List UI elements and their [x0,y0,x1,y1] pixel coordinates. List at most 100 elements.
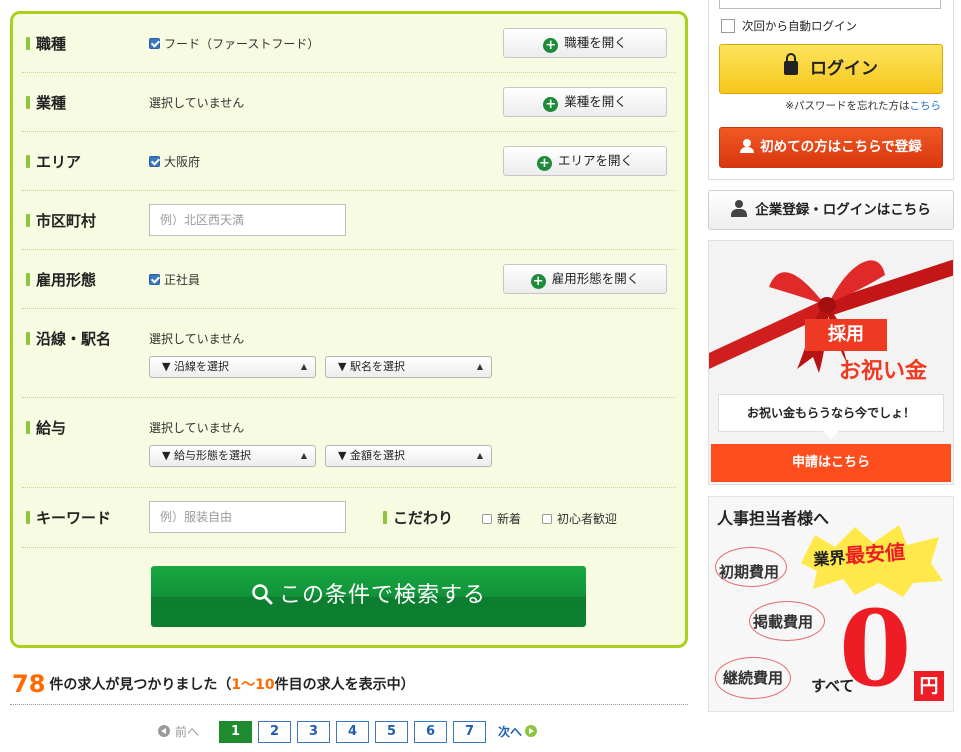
register-button[interactable]: 初めての方はこちらで登録 [719,127,943,168]
register-button-label: 初めての方はこちらで登録 [760,139,922,155]
fee-initial: 初期費用 [719,563,780,581]
salary-amount-select[interactable]: ▼ 金額を選択 ▲ [325,445,492,467]
page-5[interactable]: 5 [375,721,408,743]
login-button[interactable]: ログイン [719,44,943,94]
keyword-input[interactable]: 例）服装自由 [149,501,346,533]
apply-button[interactable]: 申請はこちら [711,444,951,482]
row-industry: 業種 選択していません + 業種を開く [22,73,676,132]
pager-next[interactable]: 次へ [498,723,538,740]
page-1[interactable]: 1 [219,721,252,743]
pager-next-label: 次へ [498,725,523,739]
line-station-label: 沿線・駅名 [26,328,111,349]
divider [10,704,688,705]
salary-type-select-label: ▼ 給与形態を選択 [162,449,251,462]
preference-option-new[interactable]: 新着 [482,510,521,527]
password-input[interactable] [719,0,941,9]
all-label: すべて [811,677,855,695]
row-employment: 雇用形態 正社員 + 雇用形態を開く [22,250,676,309]
plus-circle-icon: + [543,97,559,112]
industry-selected-text: 選択していません [149,96,245,110]
plus-circle-icon: + [530,274,546,289]
row-keyword: キーワード 例）服装自由 こだわり 新着 初心者歓迎 [22,488,676,548]
open-area-label: エリアを開く [557,153,633,168]
line-station-selected-text: 選択していません [149,332,245,346]
open-industry-button[interactable]: + 業種を開く [503,87,667,117]
employment-selected: 正社員 [149,271,200,288]
preference-beginner-label: 初心者歓迎 [557,512,618,526]
open-area-button[interactable]: + エリアを開く [503,146,667,176]
forgot-password: ※パスワードを忘れた方はこちら [785,98,941,113]
line-select-label: ▼ 沿線を選択 [162,360,229,373]
page-7[interactable]: 7 [453,721,486,743]
plus-circle-icon: + [543,38,559,53]
gift-money-banner[interactable]: 採用 お祝い金 お祝い金もらうなら今でしょ！ 申請はこちら [708,240,954,485]
auto-login-checkbox[interactable] [721,19,735,33]
open-employment-button[interactable]: + 雇用形態を開く [503,264,667,294]
city-input[interactable]: 例）北区西天満 [149,204,346,236]
open-occupation-button[interactable]: + 職種を開く [503,28,667,58]
area-selected: 大阪府 [149,153,200,170]
fee-listing: 掲載費用 [753,613,814,631]
occupation-checkbox[interactable] [149,38,160,49]
auto-login-option[interactable]: 次回から自動ログイン [721,18,857,34]
pager-prev[interactable]: 前へ [158,723,199,740]
result-count: 78 [12,670,46,698]
login-button-label: ログイン [810,59,878,79]
forgot-text: ※パスワードを忘れた方は [785,100,910,112]
next-arrow-icon [525,725,538,737]
occupation-label: 職種 [26,33,66,54]
page-6[interactable]: 6 [414,721,447,743]
open-employment-label: 雇用形態を開く [551,271,640,286]
yen-badge: 円 [914,671,944,701]
search-icon [252,584,273,605]
preference-option-beginner[interactable]: 初心者歓迎 [542,510,617,527]
lock-icon [784,53,798,75]
occupation-selected-text: フード（ファーストフード） [164,37,320,51]
updown-arrow-icon: ▲ [300,451,307,460]
page-4[interactable]: 4 [336,721,369,743]
result-found-text: 件の求人が見つかりました [49,677,218,693]
person-icon [740,139,755,153]
result-showing-text: 件目の求人を表示中） [274,677,415,693]
result-range: 1〜10 [231,677,275,693]
station-select[interactable]: ▼ 駅名を選択 ▲ [325,356,492,378]
result-summary: 78 件の求人が見つかりました（1〜10件目の求人を表示中） [12,670,415,698]
plus-circle-icon: + [536,156,552,171]
fee-continuing: 継続費用 [723,669,784,687]
row-city: 市区町村 例）北区西天満 [22,191,676,250]
preference-label: こだわり [383,507,453,528]
hr-banner[interactable]: 人事担当者様へ 業界最安値 初期費用 掲載費用 継続費用 0 すべて 円 [708,496,954,712]
line-select[interactable]: ▼ 沿線を選択 ▲ [149,356,316,378]
login-box: 次回から自動ログイン ログイン ※パスワードを忘れた方はこちら 初めての方はこち… [708,0,954,180]
salary-type-select[interactable]: ▼ 給与形態を選択 ▲ [149,445,316,467]
occupation-selected: フード（ファーストフード） [149,35,319,52]
salary-amount-select-label: ▼ 金額を選択 [338,449,405,462]
prev-arrow-icon [158,725,170,737]
search-submit-button[interactable]: この条件で検索する [151,566,586,627]
area-checkbox[interactable] [149,156,160,167]
city-label: 市区町村 [26,210,96,231]
corporate-login-button[interactable]: 企業登録・ログインはこちら [708,190,954,230]
employment-checkbox[interactable] [149,274,160,285]
open-industry-label: 業種を開く [564,94,627,109]
row-salary: 給与 選択していません ▼ 給与形態を選択 ▲ ▼ 金額を選択 ▲ [22,398,676,488]
salary-selected-text: 選択していません [149,421,245,435]
auto-login-label: 次回から自動ログイン [742,19,857,33]
station-select-label: ▼ 駅名を選択 [338,360,405,373]
gift-money-title: お祝い金 [839,359,928,384]
row-occupation: 職種 フード（ファーストフード） + 職種を開く [22,14,676,73]
updown-arrow-icon: ▲ [476,451,483,460]
row-line-station: 沿線・駅名 選択していません ▼ 沿線を選択 ▲ ▼ 駅名を選択 ▲ [22,309,676,398]
row-area: エリア 大阪府 + エリアを開く [22,132,676,191]
forgot-password-link[interactable]: こちら [910,100,942,112]
page-2[interactable]: 2 [258,721,291,743]
salary-label: 給与 [26,417,66,438]
page-3[interactable]: 3 [297,721,330,743]
search-panel: 職種 フード（ファーストフード） + 職種を開く 業種 選択していません + 業種を… [10,11,688,648]
area-label: エリア [26,151,81,172]
gift-bubble: お祝い金もらうなら今でしょ！ [718,394,944,439]
employment-label: 雇用形態 [26,269,96,290]
lowest-prefix: 業界 [812,547,846,570]
beginner-checkbox[interactable] [542,514,552,524]
new-checkbox[interactable] [482,514,492,524]
